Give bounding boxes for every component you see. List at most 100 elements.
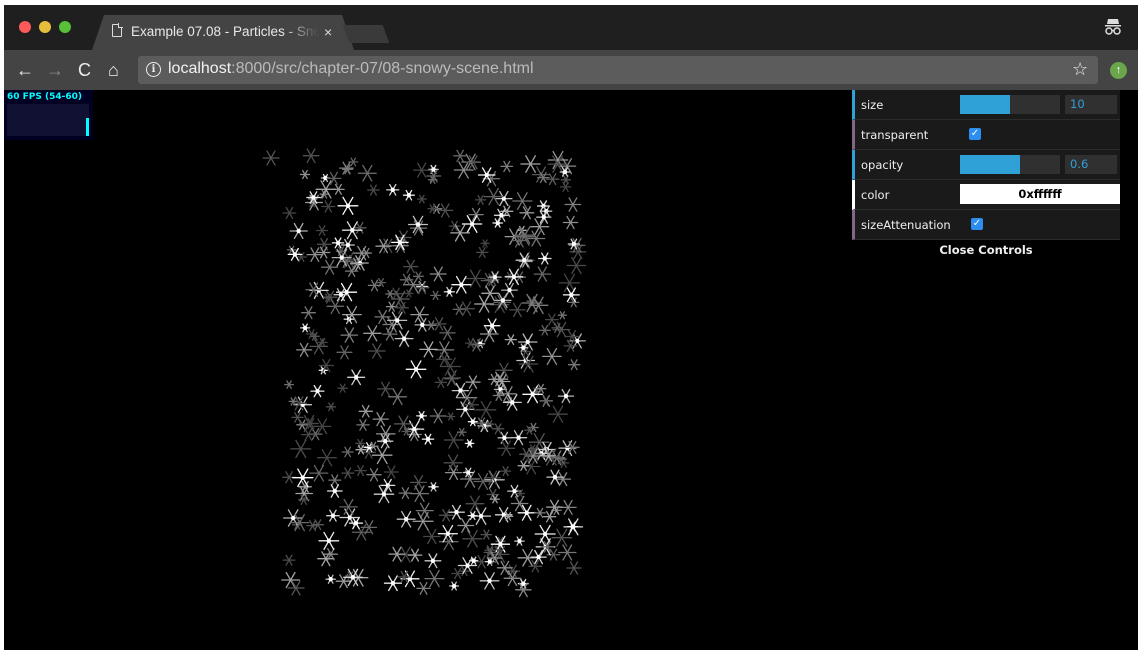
snowflake: [521, 458, 541, 475]
snowflake: [372, 412, 389, 427]
size-slider[interactable]: [960, 95, 1060, 114]
snowflake: [474, 295, 495, 313]
size-attenuation-label: sizeAttenuation: [861, 218, 951, 232]
snowflake: [316, 237, 332, 251]
snowflake: [358, 404, 373, 418]
url-host: localhost: [168, 60, 232, 77]
opacity-slider[interactable]: [960, 155, 1060, 174]
snowflake: [356, 419, 370, 431]
snowflake: [429, 266, 447, 282]
snowflake: [300, 323, 311, 333]
tab-close-button[interactable]: ×: [324, 23, 332, 41]
snowflake: [509, 430, 528, 446]
snowflake: [443, 454, 463, 472]
snowflake: [424, 569, 445, 588]
home-icon[interactable]: ⌂: [108, 59, 119, 81]
snowflake: [302, 148, 320, 164]
snowflake: [483, 187, 504, 206]
window-close-button[interactable]: [19, 21, 31, 33]
webgl-canvas[interactable]: 60 FPS (54-60) size 10 transparent ✓ opa…: [4, 90, 1138, 650]
snowflake: [367, 184, 380, 196]
forward-arrow-icon[interactable]: →: [46, 59, 64, 81]
snowflake: [479, 572, 500, 590]
snowflake: [562, 215, 579, 230]
browser-toolbar: ← → C ⌂ i localhost:8000/src/chapter-07/…: [4, 50, 1138, 90]
control-size: size 10: [852, 90, 1120, 120]
snowflake: [557, 388, 575, 404]
snowflake: [363, 325, 382, 342]
snowflake: [262, 150, 280, 166]
snowflake: [310, 384, 325, 398]
snowflake: [347, 369, 366, 386]
color-input[interactable]: 0xffffff: [960, 184, 1120, 204]
snowflake: [453, 161, 474, 179]
snowflake: [464, 439, 475, 448]
size-label: size: [861, 98, 884, 112]
close-controls-button[interactable]: Close Controls: [852, 240, 1120, 260]
size-input[interactable]: 10: [1065, 95, 1117, 114]
back-arrow-icon[interactable]: ←: [16, 59, 34, 81]
browser-tab[interactable]: Example 07.08 - Particles - Snowy scene …: [92, 15, 354, 50]
stats-panel[interactable]: 60 FPS (54-60): [4, 90, 93, 140]
snowflake: [467, 417, 478, 427]
snowflake: [533, 266, 552, 282]
snowflake: [504, 334, 517, 346]
new-tab-button[interactable]: [342, 25, 390, 43]
snowflake: [536, 210, 552, 224]
address-bar[interactable]: i localhost:8000/src/chapter-07/08-snowy…: [138, 56, 1098, 84]
bookmark-star-icon[interactable]: ☆: [1072, 58, 1088, 80]
fps-graph-bar: [86, 118, 89, 136]
snowflake: [537, 252, 552, 265]
snowflake: [287, 580, 305, 596]
snowflake: [567, 359, 581, 371]
snowflake: [316, 246, 331, 259]
snowflake: [337, 196, 359, 215]
snowflake: [383, 465, 399, 479]
snowflake: [321, 259, 339, 275]
snowflake: [284, 380, 294, 389]
snowflake: [416, 194, 427, 204]
snowflake: [559, 181, 572, 192]
snowflake: [534, 524, 556, 544]
snowflake: [434, 341, 455, 359]
snowflake: [540, 396, 552, 406]
size-attenuation-checkbox[interactable]: ✓: [971, 218, 983, 230]
snowflake: [510, 495, 529, 512]
snowflake: [449, 581, 460, 591]
snowflake: [340, 327, 359, 343]
transparent-checkbox[interactable]: ✓: [969, 128, 981, 140]
snowflake: [367, 343, 386, 359]
snowflake: [500, 160, 514, 173]
snowflake: [341, 467, 355, 479]
snowflake: [428, 164, 439, 175]
tab-title: Example 07.08 - Particles - Snowy scene: [131, 24, 319, 39]
snowflake: [509, 302, 526, 318]
extension-icon[interactable]: ↑: [1110, 62, 1127, 79]
snowflake: [282, 206, 297, 220]
window-minimize-button[interactable]: [39, 21, 51, 33]
snowflake: [325, 574, 336, 584]
window-maximize-button[interactable]: [59, 21, 71, 33]
site-info-icon[interactable]: i: [146, 62, 161, 77]
snowflake: [341, 221, 363, 240]
control-color: color 0xffffff: [852, 180, 1120, 210]
snowflake: [486, 488, 500, 501]
snowflake: [520, 155, 541, 173]
snowflake: [473, 473, 493, 490]
snowflake: [339, 498, 358, 515]
snowflake: [385, 289, 395, 299]
reload-icon[interactable]: C: [78, 59, 91, 81]
url-text[interactable]: localhost:8000/src/chapter-07/08-snowy-s…: [168, 60, 534, 78]
snowflake: [374, 309, 391, 325]
snowflake: [557, 311, 568, 320]
snowflake: [348, 516, 364, 530]
snowflake: [315, 225, 329, 236]
snowflake: [290, 439, 312, 459]
snowflake: [341, 446, 354, 458]
control-opacity: opacity 0.6: [852, 150, 1120, 180]
opacity-input[interactable]: 0.6: [1065, 155, 1117, 174]
snowflake: [373, 485, 395, 504]
snowflake: [475, 246, 489, 258]
snowflake: [416, 411, 428, 421]
snowflake: [456, 427, 467, 437]
